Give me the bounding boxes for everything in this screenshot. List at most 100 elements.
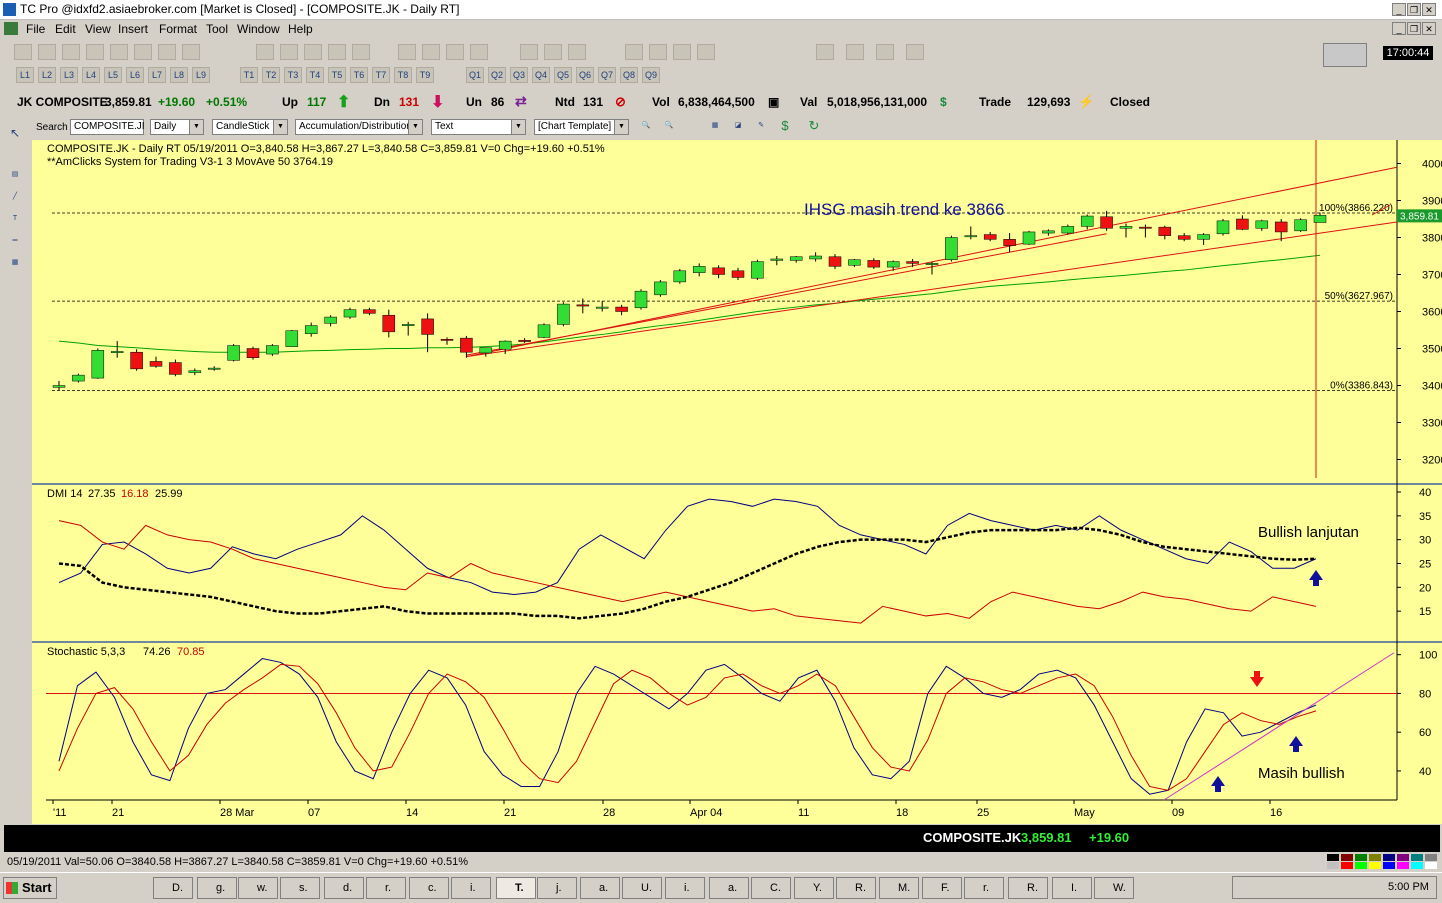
print-icon[interactable]: [62, 44, 80, 60]
news-icon[interactable]: [422, 44, 440, 60]
palette-swatch[interactable]: [1355, 854, 1367, 861]
template-button-t8[interactable]: T8: [394, 67, 412, 83]
trophy-icon[interactable]: [520, 44, 538, 60]
palette-swatch[interactable]: [1327, 862, 1339, 869]
palette-swatch[interactable]: [1383, 854, 1395, 861]
palette-swatch[interactable]: [1397, 862, 1409, 869]
layout-button-l7[interactable]: L7: [148, 67, 166, 83]
palette-swatch[interactable]: [1397, 854, 1409, 861]
indicator-select[interactable]: Accumulation/Distributior ▼: [295, 119, 423, 135]
layout-button-l9[interactable]: L9: [192, 67, 210, 83]
period-select[interactable]: Daily ▼: [150, 119, 204, 135]
layout-button-l4[interactable]: L4: [82, 67, 100, 83]
trophy2-icon[interactable]: [544, 44, 562, 60]
calc2-icon[interactable]: [470, 44, 488, 60]
taskbar-item[interactable]: F.: [922, 877, 962, 899]
grid-icon[interactable]: [625, 44, 643, 60]
palette-swatch[interactable]: [1327, 854, 1339, 861]
taskbar-item[interactable]: C.: [751, 877, 791, 899]
style-select[interactable]: CandleStick ▼: [212, 119, 288, 135]
template-select[interactable]: [Chart Template] ▼: [534, 119, 629, 135]
doc-close-button[interactable]: ✕: [1422, 22, 1436, 35]
window-icon[interactable]: [256, 44, 274, 60]
chart2-icon[interactable]: [697, 44, 715, 60]
palette-swatch[interactable]: [1411, 862, 1423, 869]
menu-format[interactable]: Format: [159, 22, 197, 36]
taskbar-item[interactable]: a.: [709, 877, 749, 899]
refresh-icon[interactable]: ↻: [805, 119, 823, 135]
layout-button-l3[interactable]: L3: [60, 67, 78, 83]
quote-button-q9[interactable]: Q9: [642, 67, 660, 83]
template-button-t1[interactable]: T1: [240, 67, 258, 83]
taskbar-item[interactable]: R.: [836, 877, 876, 899]
taskbar-item[interactable]: M.: [879, 877, 919, 899]
taskbar-item[interactable]: c.: [409, 877, 449, 899]
pointer-icon[interactable]: ↖: [6, 126, 24, 142]
zoom-in-icon[interactable]: 🔍: [637, 119, 655, 135]
template-button-t7[interactable]: T7: [372, 67, 390, 83]
settings-icon[interactable]: [158, 44, 176, 60]
tool-icon[interactable]: [816, 44, 834, 60]
save-icon[interactable]: [38, 44, 56, 60]
tool-select[interactable]: Text ▼: [431, 119, 526, 135]
taskbar-item[interactable]: r.: [366, 877, 406, 899]
taskbar-item[interactable]: U.: [622, 877, 662, 899]
horizontal-line-icon[interactable]: ═: [6, 234, 24, 250]
tool3-icon[interactable]: [876, 44, 894, 60]
chart-icon[interactable]: ▤: [6, 168, 24, 184]
quote-button-q8[interactable]: Q8: [620, 67, 638, 83]
chart-svg[interactable]: 3200 3300 3400 3500 3600 3700 3800 3900 4000 100%…: [32, 140, 1442, 824]
palette-swatch[interactable]: [1383, 862, 1395, 869]
doc-restore-button[interactable]: ❐: [1407, 22, 1421, 35]
template-button-t5[interactable]: T5: [328, 67, 346, 83]
restore-button[interactable]: ❐: [1407, 3, 1421, 16]
palette-swatch[interactable]: [1341, 862, 1353, 869]
taskbar-item[interactable]: R.: [1008, 877, 1048, 899]
taskbar-item[interactable]: I.: [1052, 877, 1092, 899]
menu-insert[interactable]: Insert: [118, 22, 148, 36]
eraser-icon[interactable]: ◪: [729, 119, 747, 135]
tool2-icon[interactable]: [846, 44, 864, 60]
open-icon[interactable]: [14, 44, 32, 60]
chart-icon[interactable]: [280, 44, 298, 60]
taskbar-item[interactable]: i.: [665, 877, 705, 899]
doc-minimize-button[interactable]: _: [1392, 22, 1406, 35]
palette-swatch[interactable]: [1425, 854, 1437, 861]
taskbar-item[interactable]: D.: [153, 877, 193, 899]
menu-view[interactable]: View: [85, 22, 111, 36]
template-button-t4[interactable]: T4: [306, 67, 324, 83]
palette-swatch[interactable]: [1425, 862, 1437, 869]
bank-icon[interactable]: [134, 44, 152, 60]
taskbar-item[interactable]: i.: [451, 877, 491, 899]
taskbar-item[interactable]: d.: [324, 877, 364, 899]
grid-icon[interactable]: ▦: [6, 256, 24, 272]
quote-button-q3[interactable]: Q3: [510, 67, 528, 83]
menu-help[interactable]: Help: [288, 22, 313, 36]
taskbar-item[interactable]: j.: [537, 877, 577, 899]
symbol-input[interactable]: COMPOSITE.JI: [70, 119, 145, 135]
tree-icon[interactable]: [446, 44, 464, 60]
chart-area[interactable]: 3200 3300 3400 3500 3600 3700 3800 3900 4000 100%…: [32, 140, 1442, 824]
palette-swatch[interactable]: [1341, 854, 1353, 861]
color-palette[interactable]: [1327, 854, 1439, 870]
template-button-t6[interactable]: T6: [350, 67, 368, 83]
layout-button-l5[interactable]: L5: [104, 67, 122, 83]
alert-icon[interactable]: [328, 44, 346, 60]
tool4-icon[interactable]: [906, 44, 924, 60]
close-button[interactable]: ✕: [1422, 3, 1436, 16]
quote-button-q5[interactable]: Q5: [554, 67, 572, 83]
menu-tool[interactable]: Tool: [206, 22, 228, 36]
menu-edit[interactable]: Edit: [55, 22, 76, 36]
note-icon[interactable]: [398, 44, 416, 60]
layout-icon[interactable]: [86, 44, 104, 60]
palette-swatch[interactable]: [1355, 862, 1367, 869]
monitor-icon[interactable]: [1323, 43, 1367, 67]
list-icon[interactable]: [649, 44, 667, 60]
fit-icon[interactable]: ▦: [706, 119, 724, 135]
quote-button-q4[interactable]: Q4: [532, 67, 550, 83]
quote-button-q2[interactable]: Q2: [488, 67, 506, 83]
table-icon[interactable]: [304, 44, 322, 60]
taskbar-item[interactable]: r.: [964, 877, 1004, 899]
palette-swatch[interactable]: [1411, 854, 1423, 861]
menu-window[interactable]: Window: [237, 22, 280, 36]
